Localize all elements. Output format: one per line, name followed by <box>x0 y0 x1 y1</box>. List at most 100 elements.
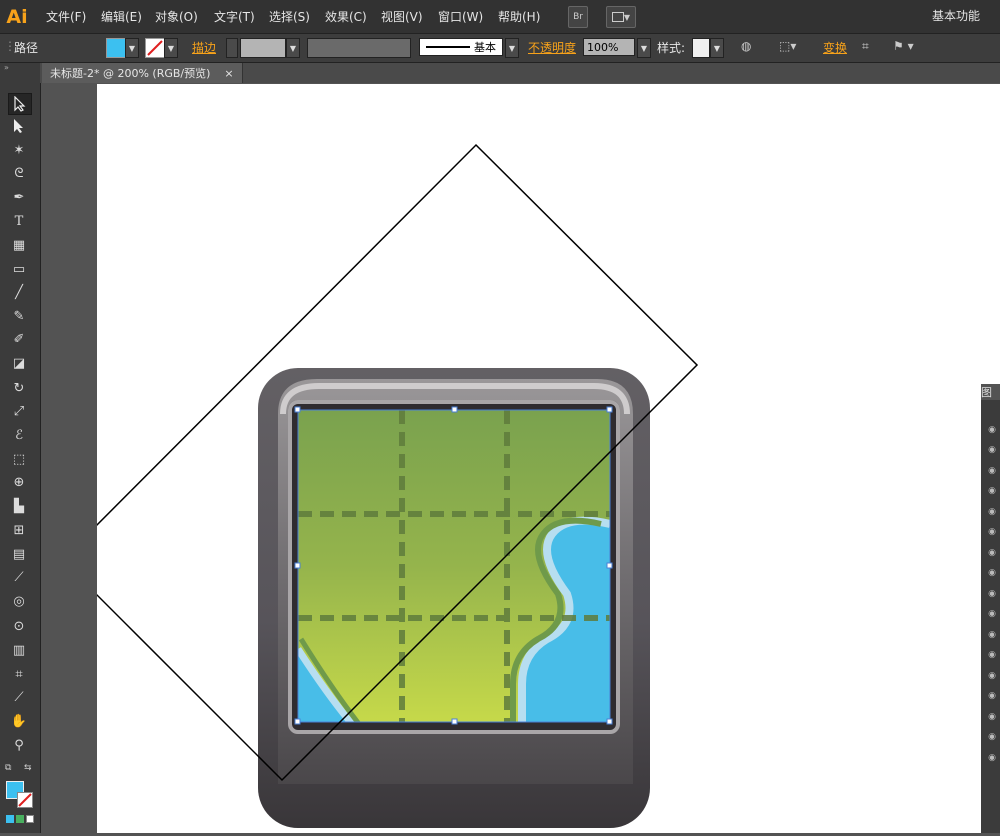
visibility-eye-icon[interactable]: ◉ <box>986 506 998 518</box>
stroke-line-preview <box>426 46 470 48</box>
type-tool-icon[interactable]: T <box>8 211 30 231</box>
tools-panel: » ✶ ᘓ ✒ T ▦ ▭ ╱ ✎ ✐ ◪ ↻ ⤢ ℰ ⬚ ⊕ ▙ ⊞ ▤ ⟋ … <box>0 63 41 833</box>
opacity-dropdown[interactable]: ▼ <box>637 38 651 58</box>
stroke-label[interactable]: 描边 <box>192 39 216 56</box>
menu-help[interactable]: 帮助(H) <box>498 8 540 25</box>
rotate-tool-icon[interactable]: ↻ <box>8 378 30 398</box>
visibility-eye-icon[interactable]: ◉ <box>986 629 998 641</box>
align-icon[interactable]: ⬚▾ <box>779 39 796 53</box>
gradient-tool-icon[interactable]: ▤ <box>8 544 30 564</box>
slice-tool-icon[interactable]: ⟋ <box>8 687 30 707</box>
visibility-eye-icon[interactable]: ◉ <box>986 711 998 723</box>
visibility-eye-icon[interactable]: ◉ <box>986 670 998 682</box>
pen-tool-icon[interactable]: ✒ <box>8 187 30 207</box>
map-screen <box>298 410 610 722</box>
opacity-label[interactable]: 不透明度 <box>528 39 576 56</box>
variable-width-profile[interactable] <box>307 38 411 58</box>
collapse-icon[interactable]: » <box>4 63 9 72</box>
opacity-input[interactable]: 100% <box>583 38 635 56</box>
menu-window[interactable]: 窗口(W) <box>438 8 483 25</box>
visibility-eye-icon[interactable]: ◉ <box>986 526 998 538</box>
visibility-eye-icon[interactable]: ◉ <box>986 649 998 661</box>
pencil-tool-icon[interactable]: ✎ <box>8 306 30 326</box>
menu-select[interactable]: 选择(S) <box>269 8 310 25</box>
blend-tool-icon[interactable]: ◎ <box>8 591 30 611</box>
visibility-eye-icon[interactable]: ◉ <box>986 485 998 497</box>
visibility-eye-icon[interactable]: ◉ <box>986 731 998 743</box>
menu-type[interactable]: 文字(T) <box>214 8 255 25</box>
close-icon[interactable]: × <box>224 67 233 80</box>
mesh-tool-icon[interactable]: ⊞ <box>8 520 30 540</box>
chevron-down-icon: ▼ <box>623 12 631 22</box>
eyedropper-tool-icon[interactable]: ⟋ <box>8 567 30 587</box>
visibility-eye-icon[interactable]: ◉ <box>986 588 998 600</box>
perspective-grid-tool-icon[interactable]: ▙ <box>8 496 30 516</box>
fill-dropdown[interactable]: ▼ <box>125 38 139 58</box>
zoom-tool-icon[interactable]: ⚲ <box>8 735 30 755</box>
menu-bar: Ai 文件(F) 编辑(E) 对象(O) 文字(T) 选择(S) 效果(C) 视… <box>0 0 1000 34</box>
visibility-eye-icon[interactable]: ◉ <box>986 424 998 436</box>
menu-edit[interactable]: 编辑(E) <box>101 8 142 25</box>
arrange-documents-button[interactable]: ▼ <box>606 6 636 28</box>
workspace-switcher[interactable]: 基本功能 <box>932 7 980 24</box>
menu-object[interactable]: 对象(O) <box>155 8 198 25</box>
stroke-dropdown[interactable]: ▼ <box>164 38 178 58</box>
document-tab[interactable]: 未标题-2* @ 200% (RGB/预览) × <box>42 63 243 83</box>
graphic-style-swatch[interactable] <box>692 38 710 58</box>
warp-tool-icon[interactable]: ℰ <box>8 425 30 445</box>
visibility-eye-icon[interactable]: ◉ <box>986 752 998 764</box>
gradient-mode-icon[interactable] <box>16 815 24 823</box>
stroke-weight-stepper[interactable] <box>226 38 238 58</box>
none-mode-icon[interactable] <box>26 815 34 823</box>
chevron-down-icon: ▼ <box>713 43 721 53</box>
stroke-swatch[interactable] <box>145 38 165 58</box>
brush-dropdown[interactable]: ▼ <box>505 38 519 58</box>
stroke-color-swatch[interactable] <box>17 792 33 808</box>
eraser-tool-icon[interactable]: ◪ <box>8 353 30 373</box>
lasso-tool-icon[interactable]: ᘓ <box>8 163 30 183</box>
column-graph-tool-icon[interactable]: ▥ <box>8 640 30 660</box>
brush-definition[interactable]: 基本 <box>419 38 503 56</box>
visibility-eye-icon[interactable]: ◉ <box>986 690 998 702</box>
visibility-eye-icon[interactable]: ◉ <box>986 444 998 456</box>
default-colors-icon[interactable]: ⧉ <box>5 763 11 773</box>
symbol-sprayer-tool-icon[interactable]: ⊙ <box>8 616 30 636</box>
visibility-eye-icon[interactable]: ◉ <box>986 547 998 559</box>
visibility-eye-icon[interactable]: ◉ <box>986 567 998 579</box>
visibility-eye-icon[interactable]: ◉ <box>986 465 998 477</box>
shape-builder-tool-icon[interactable]: ⊕ <box>8 472 30 492</box>
menu-effect[interactable]: 效果(C) <box>325 8 367 25</box>
menu-view[interactable]: 视图(V) <box>381 8 423 25</box>
free-transform-tool-icon[interactable]: ⬚ <box>8 449 30 469</box>
scale-tool-icon[interactable]: ⤢ <box>8 401 30 421</box>
stroke-weight-dropdown[interactable]: ▼ <box>286 38 300 58</box>
bridge-button[interactable]: Br <box>568 6 588 28</box>
color-mode-icon[interactable] <box>6 815 14 823</box>
magic-wand-tool-icon[interactable]: ✶ <box>8 140 30 160</box>
recolor-artwork-icon[interactable]: ◍ <box>741 39 751 53</box>
grid-tool-icon[interactable]: ▦ <box>8 235 30 255</box>
chevron-down-icon: ▼ <box>289 43 297 53</box>
fill-swatch[interactable] <box>106 38 126 58</box>
hand-tool-icon[interactable]: ✋ <box>8 711 30 731</box>
graphic-style-dropdown[interactable]: ▼ <box>710 38 724 58</box>
stroke-weight-input[interactable] <box>240 38 286 58</box>
none-slash-icon <box>147 40 163 56</box>
paintbrush-tool-icon[interactable]: ╱ <box>8 282 30 302</box>
direct-selection-tool-icon[interactable] <box>8 116 30 136</box>
chevron-down-icon: ▼ <box>167 43 175 53</box>
artboard[interactable] <box>60 84 1000 833</box>
blob-brush-tool-icon[interactable]: ✐ <box>8 329 30 349</box>
canvas-area[interactable] <box>41 84 1000 833</box>
menu-file[interactable]: 文件(F) <box>46 8 86 25</box>
rectangle-tool-icon[interactable]: ▭ <box>8 259 30 279</box>
visibility-eye-icon[interactable]: ◉ <box>986 608 998 620</box>
panel-title[interactable]: 图 <box>981 384 1000 400</box>
brush-name: 基本 <box>474 41 496 54</box>
isolate-group-icon[interactable]: ⌗ <box>862 39 869 54</box>
artboard-tool-icon[interactable]: ⌗ <box>8 664 30 684</box>
transform-label[interactable]: 变换 <box>823 39 847 56</box>
panel-menu-icon[interactable]: ⚑ ▾ <box>893 39 914 53</box>
swap-colors-icon[interactable]: ⇆ <box>24 763 32 773</box>
selection-tool-icon[interactable] <box>8 93 32 115</box>
